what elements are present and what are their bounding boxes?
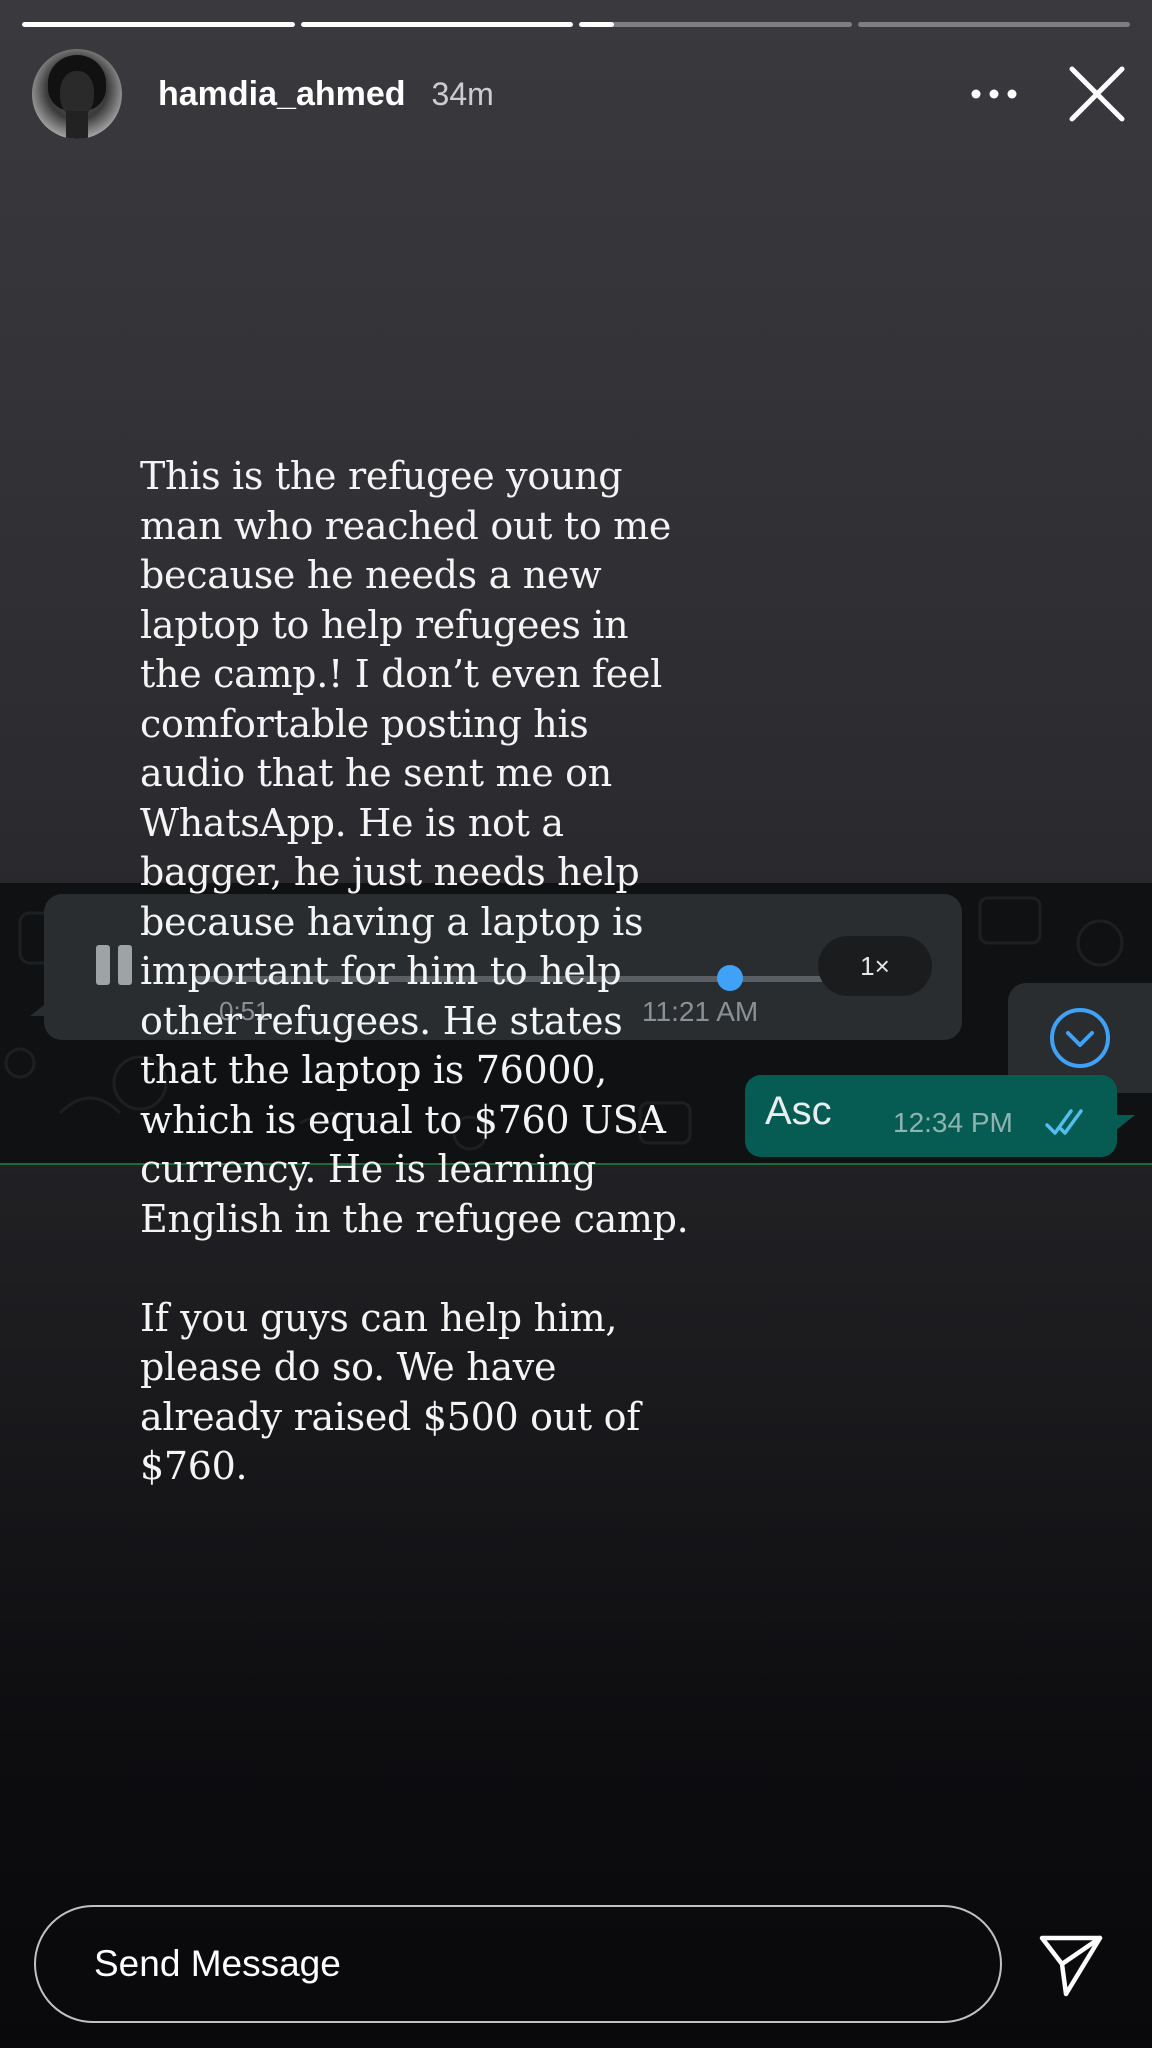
double-check-icon (1045, 1109, 1083, 1135)
story-progress-segment (579, 22, 852, 27)
story-progress-segment (22, 22, 295, 27)
story-caption-text: This is the refugee young man who reache… (140, 454, 689, 1488)
avatar[interactable] (32, 49, 122, 139)
story-progress-fill (579, 22, 615, 27)
close-icon[interactable] (1066, 63, 1128, 125)
playback-speed-button[interactable]: 1× (818, 936, 932, 996)
story-progress-fill (22, 22, 295, 27)
chevron-down-circle-icon (1050, 1008, 1110, 1068)
post-time: 34m (431, 75, 494, 112)
story-progress (22, 22, 1130, 27)
story-header: hamdia_ahmed 34m (32, 49, 1128, 139)
sent-message-time: 12:34 PM (893, 1107, 1013, 1138)
username[interactable]: hamdia_ahmed (158, 75, 406, 114)
sent-message-text: Asc (765, 1089, 832, 1133)
more-horizontal-icon[interactable] (964, 64, 1024, 124)
send-icon[interactable] (1036, 1930, 1106, 2000)
story-progress-segment (300, 22, 573, 27)
story-progress-segment (857, 22, 1130, 27)
story-progress-fill (300, 22, 573, 27)
sent-message-bubble[interactable]: Asc 12:34 PM (745, 1075, 1135, 1157)
send-message-input[interactable]: Send Message (34, 1905, 1002, 2023)
voice-progress-knob[interactable] (716, 965, 743, 991)
pause-icon[interactable] (96, 945, 140, 989)
